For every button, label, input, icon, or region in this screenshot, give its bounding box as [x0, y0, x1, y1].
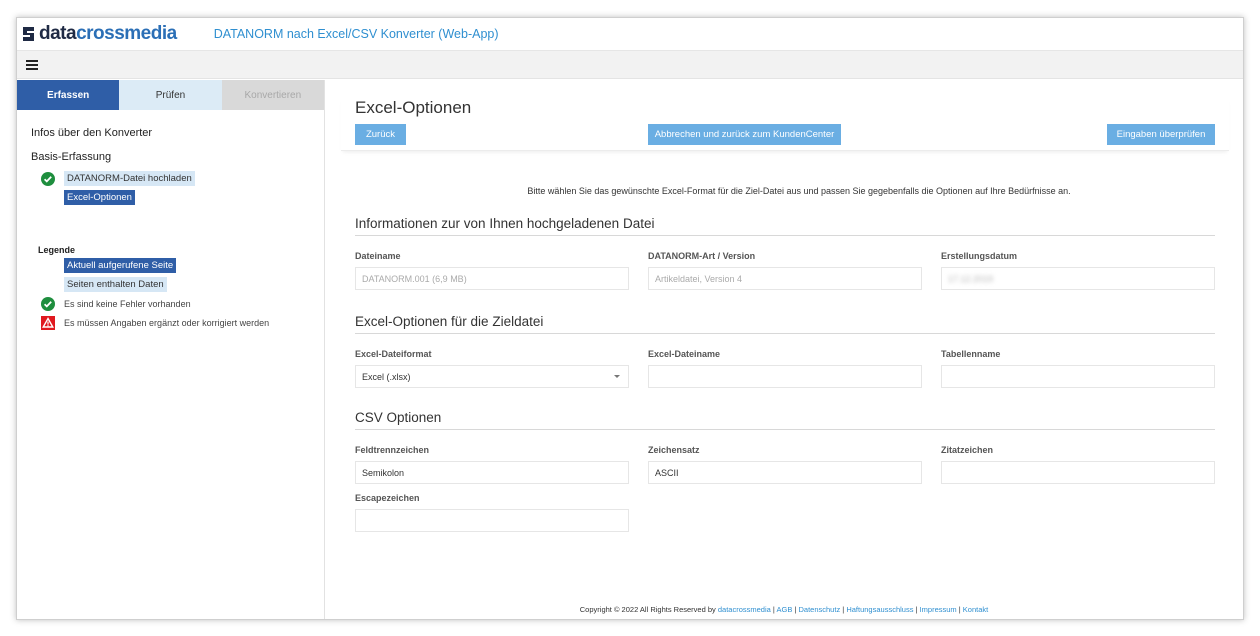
sidebar-item-excel-options[interactable]: Excel-Optionen	[31, 188, 310, 207]
field-label: Feldtrennzeichen	[355, 445, 430, 455]
sidebar-item-upload[interactable]: DATANORM-Datei hochladen	[31, 169, 310, 188]
field-label: Zeichensatz	[648, 445, 700, 455]
field-label: Zitatzeichen	[941, 445, 994, 455]
intro-text: Bitte wählen Sie das gewünschte Excel-Fo…	[527, 186, 1071, 196]
footer-link-haftungsausschluss[interactable]: Haftungsausschluss	[846, 605, 913, 614]
legend-no-errors: Es sind keine Fehler vorhanden	[64, 298, 191, 309]
check-circle-icon	[41, 296, 55, 311]
sidebar-item-label: DATANORM-Datei hochladen	[64, 171, 195, 186]
field-label: Dateiname	[355, 251, 401, 261]
legend: Legende Aktuell aufgerufene Seite Seiten…	[31, 245, 310, 332]
legend-current-page: Aktuell aufgerufene Seite	[64, 258, 177, 273]
tab-pruefen[interactable]: Prüfen	[119, 80, 222, 110]
filename-field: DATANORM.001 (6,9 MB)	[355, 267, 629, 290]
main-header-card: Excel-Optionen Zurück Abbrechen und zurü…	[341, 98, 1229, 151]
menu-bar	[17, 51, 1243, 79]
datanorm-type-field: Artikeldatei, Version 4	[648, 267, 922, 290]
main-content: Excel-Optionen Zurück Abbrechen und zurü…	[325, 80, 1243, 619]
footer-link-impressum[interactable]: Impressum	[920, 605, 957, 614]
page-title: Excel-Optionen	[355, 98, 472, 117]
footer-link-datacrossmedia[interactable]: datacrossmedia	[718, 605, 771, 614]
escape-char-input[interactable]	[355, 509, 629, 532]
sidebar-section-title: Basis-Erfassung	[31, 151, 112, 163]
check-inputs-button[interactable]: Eingaben überprüfen	[1107, 124, 1215, 145]
footer-link-datenschutz[interactable]: Datenschutz	[799, 605, 841, 614]
legend-needs-input: Es müssen Angaben ergänzt oder korrigier…	[64, 317, 270, 328]
field-separator-input[interactable]: Semikolon	[355, 461, 629, 484]
legend-item-no-errors: Es sind keine Fehler vorhanden	[31, 294, 310, 313]
field-label: Excel-Dateiname	[648, 349, 721, 359]
sidebar: Erfassen Prüfen Konvertieren Infos über …	[17, 80, 325, 619]
app-window: data crossmedia DATANORM nach Excel/CSV K…	[16, 17, 1244, 620]
quote-char-input[interactable]	[941, 461, 1215, 484]
hamburger-menu-icon[interactable]	[26, 59, 38, 70]
footer-link-agb[interactable]: AGB	[777, 605, 793, 614]
legend-has-data: Seiten enthalten Daten	[64, 277, 167, 292]
legend-item-data: Seiten enthalten Daten	[31, 275, 310, 294]
legend-item-current: Aktuell aufgerufene Seite	[31, 256, 310, 275]
tab-konvertieren: Konvertieren	[221, 80, 324, 110]
excel-filename-input[interactable]	[648, 365, 922, 388]
section-title: Excel-Optionen für die Zieldatei	[355, 314, 1215, 334]
app-title: DATANORM nach Excel/CSV Konverter (Web-A…	[213, 27, 499, 41]
section-title: CSV Optionen	[355, 410, 1215, 430]
field-label: Tabellenname	[941, 349, 1001, 359]
section-title: Informationen zur von Ihnen hochgeladene…	[355, 216, 1215, 236]
logo-text-crossmedia: crossmedia	[76, 23, 177, 44]
action-buttons: Zurück Abbrechen und zurück zum KundenCe…	[355, 124, 1215, 145]
excel-options-section: Excel-Optionen für die Zieldatei Excel-D…	[355, 314, 1215, 388]
sheet-name-input[interactable]	[941, 365, 1215, 388]
csv-options-section: CSV Optionen Feldtrennzeichen Semikolon …	[355, 410, 1215, 532]
footer: Copyright © 2022 All Rights Reserved by …	[579, 605, 989, 614]
sidebar-item-label: Excel-Optionen	[64, 190, 135, 205]
cancel-to-customer-center-button[interactable]: Abbrechen und zurück zum KundenCenter	[648, 124, 841, 145]
charset-input[interactable]: ASCII	[648, 461, 922, 484]
creation-date-value: 17.12.2019	[948, 273, 994, 284]
footer-link-kontakt[interactable]: Kontakt	[963, 605, 988, 614]
field-label: DATANORM-Art / Version	[648, 251, 756, 261]
excel-format-select[interactable]: Excel (.xlsx)	[355, 365, 629, 388]
file-info-section: Informationen zur von Ihnen hochgeladene…	[355, 216, 1215, 290]
top-bar: data crossmedia DATANORM nach Excel/CSV K…	[17, 18, 1243, 51]
logo-mark-icon	[21, 26, 36, 42]
field-label: Excel-Dateiformat	[355, 349, 432, 359]
page-body: Erfassen Prüfen Konvertieren Infos über …	[17, 80, 1243, 619]
creation-date-field: 17.12.2019	[941, 267, 1215, 290]
legend-item-needs-input: Es müssen Angaben ergänzt oder korrigier…	[31, 313, 310, 332]
check-circle-icon	[41, 171, 55, 186]
step-tabs: Erfassen Prüfen Konvertieren	[17, 80, 324, 110]
datacrossmedia-logo[interactable]: data crossmedia	[21, 23, 177, 45]
sidebar-info-link[interactable]: Infos über den Konverter	[31, 127, 310, 139]
logo-text-data: data	[39, 23, 77, 44]
tab-erfassen[interactable]: Erfassen	[17, 80, 120, 110]
copyright-text: Copyright © 2022 All Rights Reserved by	[579, 605, 718, 614]
field-label: Erstellungsdatum	[941, 251, 1018, 261]
legend-title: Legende	[38, 245, 76, 255]
warning-icon	[41, 315, 55, 330]
sidebar-content: Infos über den Konverter Basis-Erfassung…	[17, 110, 324, 349]
excel-format-value: Excel (.xlsx)	[362, 371, 411, 382]
chevron-down-icon	[614, 375, 620, 378]
field-label: Escapezeichen	[355, 493, 420, 503]
back-button[interactable]: Zurück	[355, 124, 406, 145]
